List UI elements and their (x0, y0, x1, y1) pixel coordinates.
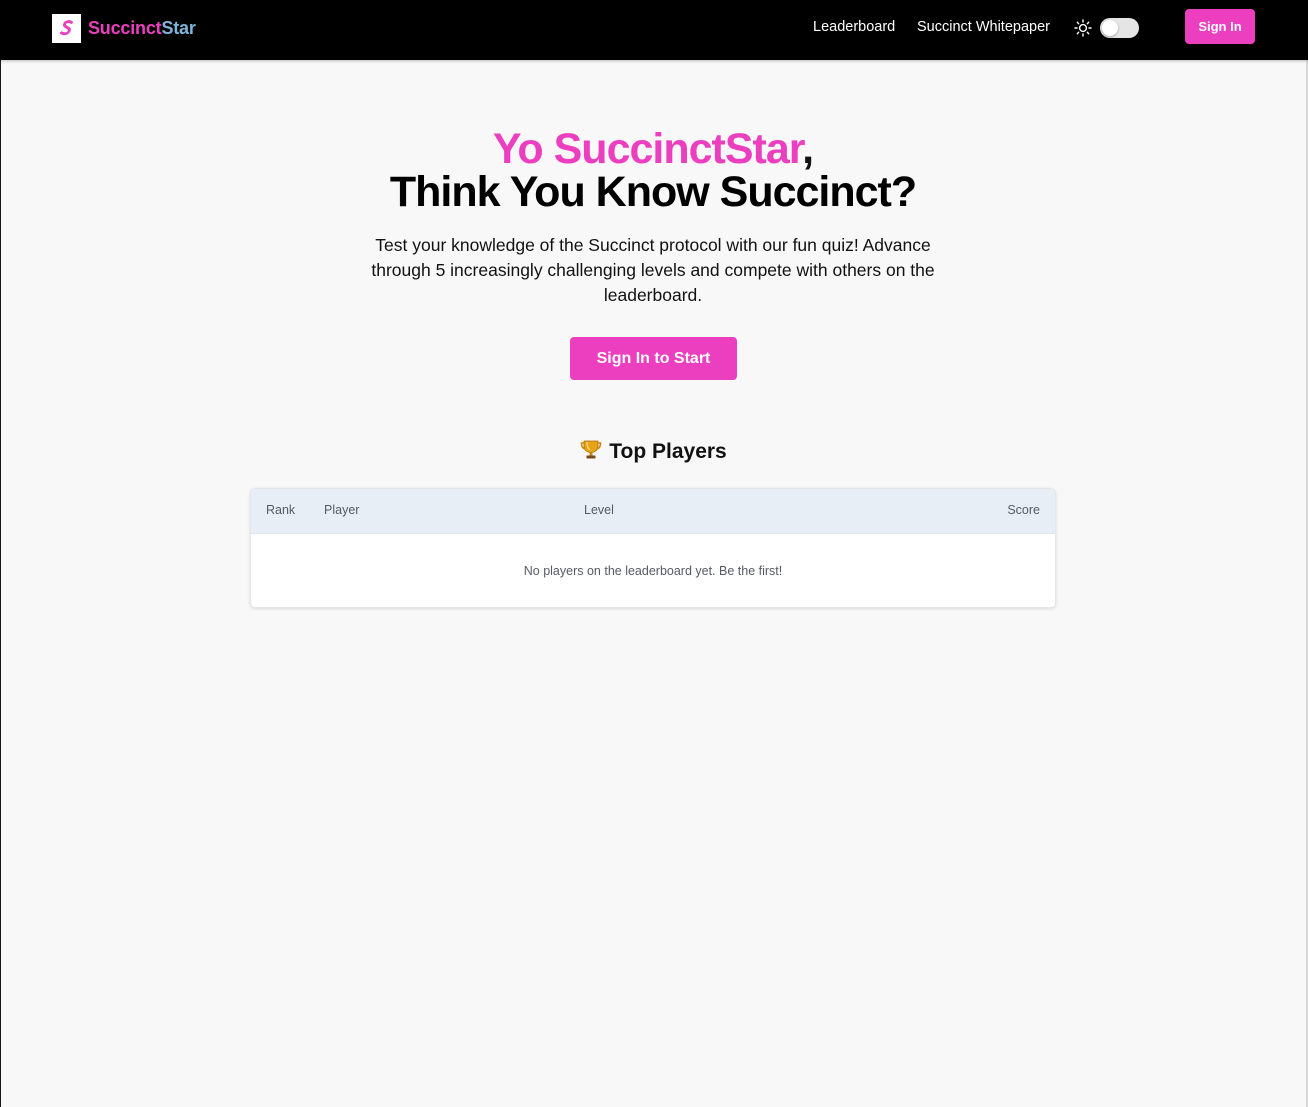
hero-headline: Think You Know Succinct? (389, 168, 917, 216)
trophy-icon (579, 437, 603, 461)
column-header-player: Player (324, 503, 360, 517)
brand-name-part2: Star (161, 17, 196, 38)
theme-toggle-knob (1102, 20, 1118, 36)
nav-link-whitepaper[interactable]: Succinct Whitepaper (917, 19, 1050, 35)
column-header-score: Score (1007, 503, 1040, 517)
column-header-rank: Rank (266, 503, 296, 517)
leaderboard-empty-message: No players on the leaderboard yet. Be th… (523, 564, 783, 578)
nav-link-leaderboard[interactable]: Leaderboard (813, 19, 895, 35)
signin-to-start-button[interactable]: Sign In to Start (570, 337, 737, 380)
hero-greeting-comma: , (802, 125, 814, 173)
theme-toggle[interactable] (1100, 18, 1139, 38)
leaderboard-table: Rank Player Level Score No players on th… (250, 488, 1056, 608)
brand-name-part1: Succinct (88, 17, 162, 38)
hero-description: Test your knowledge of the Succinct prot… (371, 235, 935, 305)
sun-icon (1074, 19, 1092, 37)
navbar: SuccinctStar Leaderboard Succinct Whitep… (0, 0, 1308, 60)
leaderboard-title: Top Players (0, 437, 1306, 467)
leaderboard-title-text: Top Players (609, 440, 727, 463)
column-header-level: Level (584, 503, 614, 517)
leaderboard-table-header: Rank Player Level Score (251, 489, 1055, 534)
brand-logo-link[interactable]: SuccinctStar (52, 13, 196, 43)
logo-icon (52, 13, 81, 43)
signin-button[interactable]: Sign In (1185, 9, 1255, 44)
hero-greeting-name: Yo SuccinctStar (492, 125, 803, 173)
brand-name: SuccinctStar (88, 18, 196, 39)
